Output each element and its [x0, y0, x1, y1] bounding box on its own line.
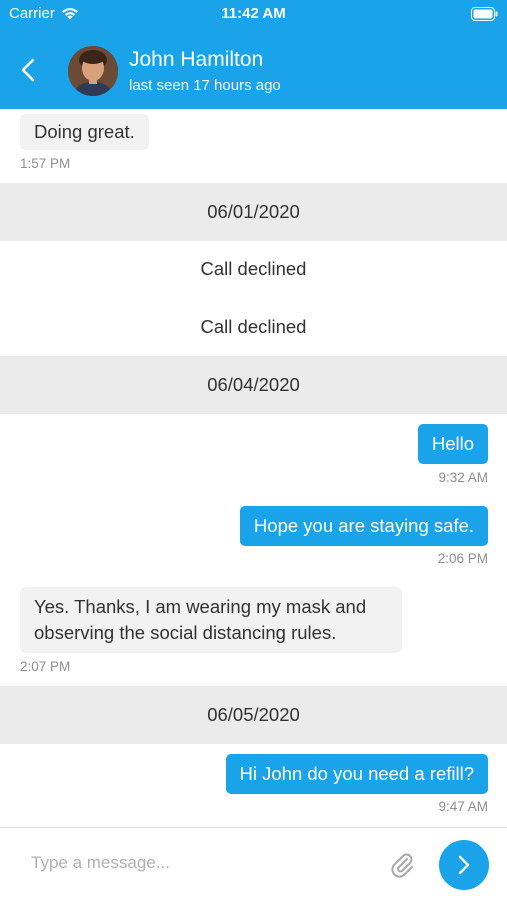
battery-icon [471, 7, 498, 25]
status-bar: Carrier 11:42 AM [0, 0, 507, 32]
chat-header: John Hamilton last seen 17 hours ago [0, 32, 507, 109]
attach-button[interactable] [388, 850, 416, 878]
outgoing-message-bubble[interactable]: Hope you are staying safe. [239, 506, 488, 546]
avatar[interactable] [68, 46, 118, 96]
message-text: Hope you are staying safe. [253, 515, 474, 536]
contact-name[interactable]: John Hamilton [129, 48, 263, 72]
chevron-left-icon [21, 58, 35, 82]
incoming-message-bubble[interactable]: Doing great. [20, 114, 149, 150]
date-separator: 06/04/2020 [0, 356, 507, 414]
message-input[interactable] [18, 842, 368, 884]
paperclip-icon [391, 853, 413, 878]
message-text-line: observing the social distancing rules. [34, 622, 337, 643]
message-time: 2:07 PM [20, 659, 71, 674]
message-list[interactable]: Doing great. 1:57 PM 06/01/2020 Call dec… [0, 109, 507, 827]
incoming-message-bubble[interactable]: Yes. Thanks, I am wearing my mask and ob… [20, 587, 402, 653]
last-seen-status: last seen 17 hours ago [129, 77, 281, 94]
status-time: 11:42 AM [221, 5, 286, 22]
date-separator: 06/01/2020 [0, 183, 507, 241]
chevron-right-icon [458, 855, 470, 875]
system-message: Call declined [200, 258, 307, 279]
message-time: 2:06 PM [437, 551, 488, 566]
message-time: 9:32 AM [438, 470, 488, 485]
message-text: Hi John do you need a refill? [239, 763, 474, 784]
back-button[interactable] [14, 54, 42, 86]
send-button[interactable] [439, 840, 489, 890]
outgoing-message-bubble[interactable]: Hello [417, 424, 488, 464]
message-composer [0, 827, 507, 900]
message-text: Doing great. [34, 121, 135, 142]
system-message: Call declined [200, 316, 307, 337]
message-text: Hello [431, 433, 474, 454]
outgoing-message-bubble[interactable]: Hi John do you need a refill? [225, 754, 488, 794]
message-time: 1:57 PM [20, 156, 71, 171]
date-separator: 06/05/2020 [0, 686, 507, 744]
message-time: 9:47 AM [438, 799, 488, 814]
message-text-line: Yes. Thanks, I am wearing my mask and [34, 596, 367, 617]
